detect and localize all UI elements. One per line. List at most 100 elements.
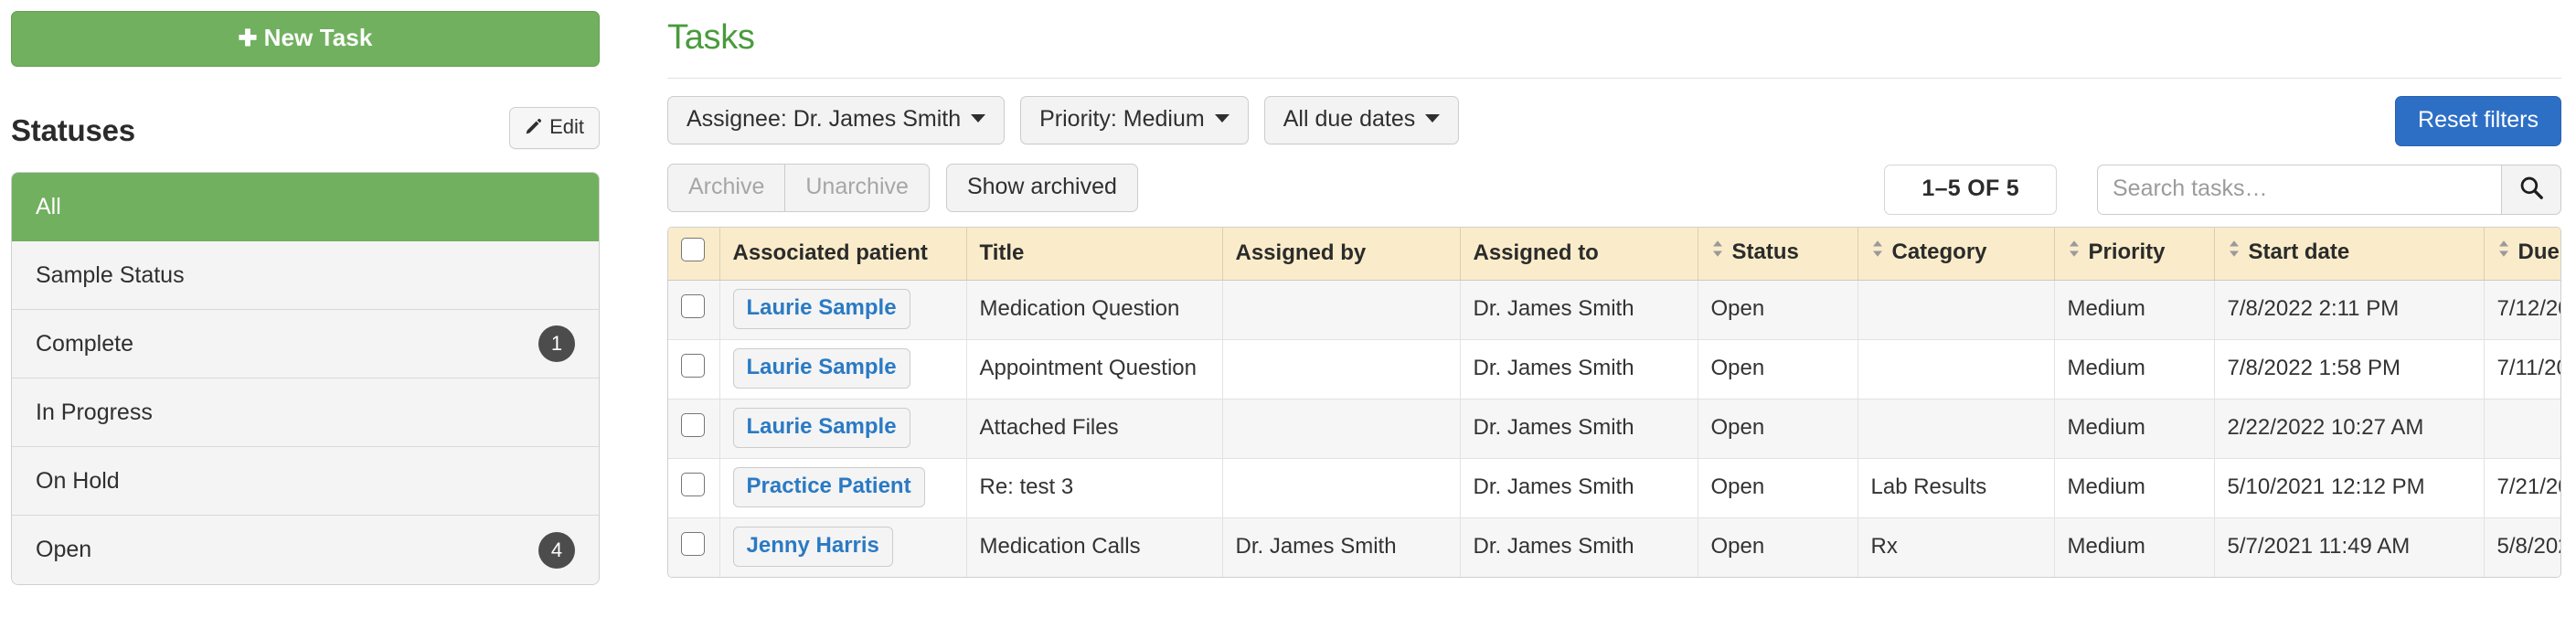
assignee-filter-label: Assignee: Dr. James Smith bbox=[687, 106, 962, 132]
row-checkbox[interactable] bbox=[681, 353, 705, 378]
table-row: Practice Patient Re: test 3 Dr. James Sm… bbox=[668, 458, 2560, 518]
sort-icon[interactable] bbox=[1871, 239, 1884, 264]
cell-start-date: 5/10/2021 12:12 PM bbox=[2214, 458, 2485, 518]
sort-icon[interactable] bbox=[1711, 239, 1724, 264]
cell-due-date: 5/8/2021 12:48 PM bbox=[2484, 517, 2560, 577]
cell-title: Appointment Question bbox=[966, 339, 1223, 400]
priority-filter-label: Priority: Medium bbox=[1039, 106, 1205, 132]
cell-status: Open bbox=[1698, 280, 1858, 340]
sidebar-item-label: On Hold bbox=[36, 467, 120, 494]
cell-assigned-to: Dr. James Smith bbox=[1460, 280, 1698, 340]
patient-link[interactable]: Jenny Harris bbox=[732, 527, 893, 567]
status-list: All Sample Status Complete 1 In Progress… bbox=[11, 172, 600, 585]
header-assigned-to: Assigned to bbox=[1460, 228, 1698, 281]
row-checkbox[interactable] bbox=[681, 472, 705, 496]
sidebar-item-on-hold[interactable]: On Hold bbox=[12, 447, 599, 516]
tasks-page: ✚ New Task Statuses Edit All Sample Statu… bbox=[0, 0, 2576, 618]
cell-start-date: 2/22/2022 10:27 AM bbox=[2214, 399, 2485, 459]
cell-due-date: 7/12/2022 11:51 AM bbox=[2484, 280, 2560, 340]
cell-priority: Medium bbox=[2054, 280, 2215, 340]
cell-assigned-by bbox=[1222, 280, 1461, 340]
unarchive-button[interactable]: Unarchive bbox=[785, 163, 930, 212]
header-associated-patient: Associated patient bbox=[719, 228, 967, 281]
patient-link[interactable]: Laurie Sample bbox=[732, 289, 910, 329]
cell-category bbox=[1857, 280, 2055, 340]
header-category[interactable]: Category bbox=[1857, 228, 2055, 281]
edit-statuses-button[interactable]: Edit bbox=[509, 107, 600, 149]
statuses-header: Statuses Edit bbox=[11, 105, 600, 156]
cell-assigned-to: Dr. James Smith bbox=[1460, 458, 1698, 518]
sidebar-item-label: Sample Status bbox=[36, 261, 185, 288]
assignee-filter-dropdown[interactable]: Assignee: Dr. James Smith bbox=[667, 96, 1006, 144]
sidebar-item-open[interactable]: Open 4 bbox=[12, 516, 599, 584]
header-due-date[interactable]: Due date bbox=[2484, 228, 2560, 281]
cell-assigned-by bbox=[1222, 399, 1461, 459]
archive-button[interactable]: Archive bbox=[667, 163, 786, 212]
row-select-cell bbox=[668, 399, 720, 459]
sidebar-item-all[interactable]: All bbox=[12, 173, 599, 241]
header-start-date[interactable]: Start date bbox=[2214, 228, 2485, 281]
cell-start-date: 7/8/2022 2:11 PM bbox=[2214, 280, 2485, 340]
sidebar-item-label: In Progress bbox=[36, 399, 153, 425]
sidebar-item-sample-status[interactable]: Sample Status bbox=[12, 241, 599, 310]
archive-button-group: Archive Unarchive bbox=[667, 163, 930, 212]
tasks-table: Associated patient Title Assigned by Ass… bbox=[668, 228, 2560, 577]
patient-link[interactable]: Laurie Sample bbox=[732, 348, 910, 389]
patient-link[interactable]: Laurie Sample bbox=[732, 408, 910, 448]
pagination-label: 1–5 OF 5 bbox=[1884, 165, 2057, 215]
new-task-button[interactable]: ✚ New Task bbox=[11, 11, 600, 67]
cell-title: Re: test 3 bbox=[966, 458, 1223, 518]
sidebar-item-label: Open bbox=[36, 537, 92, 562]
select-all-checkbox[interactable] bbox=[681, 238, 705, 261]
cell-title: Medication Question bbox=[966, 280, 1223, 340]
sort-icon[interactable] bbox=[2497, 239, 2510, 264]
header-title: Title bbox=[966, 228, 1223, 281]
cell-patient: Laurie Sample bbox=[719, 399, 967, 459]
sidebar-item-complete[interactable]: Complete 1 bbox=[12, 310, 599, 378]
cell-priority: Medium bbox=[2054, 517, 2215, 577]
header-start-date-label: Start date bbox=[2248, 240, 2350, 265]
cell-assigned-by bbox=[1222, 339, 1461, 400]
header-status[interactable]: Status bbox=[1698, 228, 1858, 281]
sort-icon[interactable] bbox=[2228, 239, 2241, 264]
cell-status: Open bbox=[1698, 399, 1858, 459]
search-input[interactable] bbox=[2097, 165, 2501, 215]
search-icon bbox=[2518, 175, 2544, 205]
cell-assigned-to: Dr. James Smith bbox=[1460, 339, 1698, 400]
table-row: Jenny Harris Medication Calls Dr. James … bbox=[668, 517, 2560, 577]
edit-statuses-label: Edit bbox=[549, 115, 584, 138]
cell-category: Rx bbox=[1857, 517, 2055, 577]
reset-filters-button[interactable]: Reset filters bbox=[2395, 96, 2561, 146]
search-button[interactable] bbox=[2501, 165, 2561, 215]
row-select-cell bbox=[668, 517, 720, 577]
cell-due-date: 7/21/2022 11:49 AM bbox=[2484, 458, 2560, 518]
cell-category bbox=[1857, 399, 2055, 459]
cell-priority: Medium bbox=[2054, 339, 2215, 400]
show-archived-button[interactable]: Show archived bbox=[945, 163, 1138, 212]
header-priority[interactable]: Priority bbox=[2054, 228, 2215, 281]
patient-link[interactable]: Practice Patient bbox=[732, 467, 925, 507]
due-date-filter-dropdown[interactable]: All due dates bbox=[1263, 96, 1460, 144]
priority-filter-dropdown[interactable]: Priority: Medium bbox=[1020, 96, 1249, 144]
table-row: Laurie Sample Medication Question Dr. Ja… bbox=[668, 280, 2560, 340]
sidebar: ✚ New Task Statuses Edit All Sample Statu… bbox=[0, 0, 611, 618]
cell-priority: Medium bbox=[2054, 399, 2215, 459]
sort-icon[interactable] bbox=[2068, 239, 2081, 264]
chevron-down-icon bbox=[1214, 113, 1229, 123]
tasks-table-body: Laurie Sample Medication Question Dr. Ja… bbox=[668, 280, 2560, 577]
sidebar-item-in-progress[interactable]: In Progress bbox=[12, 378, 599, 447]
row-checkbox[interactable] bbox=[681, 293, 705, 318]
row-checkbox[interactable] bbox=[681, 531, 705, 556]
cell-title: Attached Files bbox=[966, 399, 1223, 459]
cell-assigned-to: Dr. James Smith bbox=[1460, 517, 1698, 577]
row-select-cell bbox=[668, 280, 720, 340]
plus-icon: ✚ bbox=[238, 26, 258, 51]
sidebar-item-label: Complete bbox=[36, 330, 133, 357]
cell-due-date bbox=[2484, 399, 2560, 459]
row-select-cell bbox=[668, 458, 720, 518]
status-count-badge: 1 bbox=[538, 325, 575, 362]
row-checkbox[interactable] bbox=[681, 412, 705, 437]
select-all-header bbox=[668, 228, 720, 281]
cell-category: Lab Results bbox=[1857, 458, 2055, 518]
cell-patient: Practice Patient bbox=[719, 458, 967, 518]
